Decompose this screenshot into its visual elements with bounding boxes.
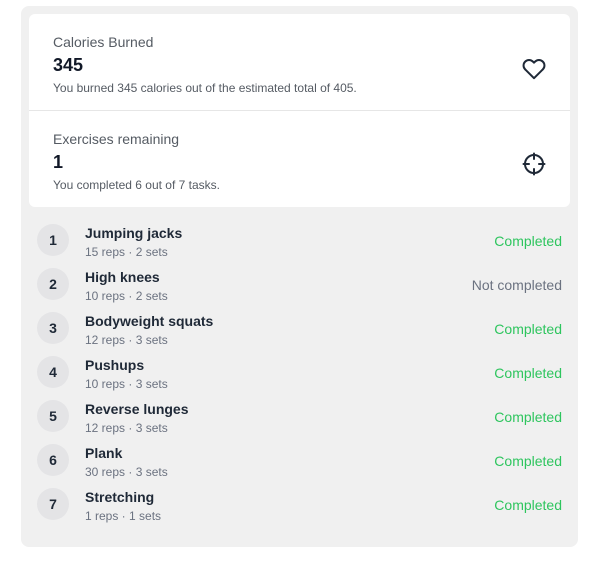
exercise-reps-sets: 1 reps · 1 sets bbox=[85, 509, 162, 523]
exercise-status: Completed bbox=[494, 409, 562, 425]
exercise-name: Plank bbox=[85, 445, 123, 461]
exercise-number-badge: 7 bbox=[37, 488, 69, 520]
exercise-item: 2 High knees 10 reps · 2 sets Not comple… bbox=[21, 263, 578, 307]
heart-icon bbox=[522, 57, 546, 81]
exercise-reps-sets: 30 reps · 3 sets bbox=[85, 465, 168, 479]
exercise-status: Completed bbox=[494, 233, 562, 249]
crosshair-icon bbox=[522, 152, 546, 176]
exercise-number-badge: 3 bbox=[37, 312, 69, 344]
exercise-name: Reverse lunges bbox=[85, 401, 189, 417]
exercise-item: 5 Reverse lunges 12 reps · 3 sets Comple… bbox=[21, 395, 578, 439]
exercise-item: 6 Plank 30 reps · 3 sets Completed bbox=[21, 439, 578, 483]
stats-card: Calories Burned 345 You burned 345 calor… bbox=[29, 14, 570, 207]
exercises-remaining-label: Exercises remaining bbox=[53, 131, 180, 147]
calories-burned-label: Calories Burned bbox=[53, 34, 154, 50]
exercise-name: Stretching bbox=[85, 489, 155, 505]
exercise-name: High knees bbox=[85, 269, 160, 285]
exercise-item: 1 Jumping jacks 15 reps · 2 sets Complet… bbox=[21, 219, 578, 263]
workout-panel: Calories Burned 345 You burned 345 calor… bbox=[21, 6, 578, 547]
exercise-status: Completed bbox=[494, 365, 562, 381]
exercise-number-badge: 1 bbox=[37, 224, 69, 256]
exercise-number-badge: 2 bbox=[37, 268, 69, 300]
exercise-name: Pushups bbox=[85, 357, 145, 373]
exercise-number-badge: 4 bbox=[37, 356, 69, 388]
exercise-status: Completed bbox=[494, 453, 562, 469]
exercise-item: 7 Stretching 1 reps · 1 sets Completed bbox=[21, 483, 578, 527]
exercises-remaining-description: You completed 6 out of 7 tasks. bbox=[53, 178, 220, 192]
exercise-item: 3 Bodyweight squats 12 reps · 3 sets Com… bbox=[21, 307, 578, 351]
exercise-reps-sets: 15 reps · 2 sets bbox=[85, 245, 168, 259]
exercise-name: Jumping jacks bbox=[85, 225, 183, 241]
calories-burned-description: You burned 345 calories out of the estim… bbox=[53, 81, 357, 95]
exercise-reps-sets: 12 reps · 3 sets bbox=[85, 333, 168, 347]
exercise-number-badge: 6 bbox=[37, 444, 69, 476]
exercise-reps-sets: 10 reps · 3 sets bbox=[85, 377, 168, 391]
exercises-remaining-stat: Exercises remaining 1 You completed 6 ou… bbox=[29, 111, 570, 207]
exercises-remaining-value: 1 bbox=[53, 152, 64, 172]
exercise-list: 1 Jumping jacks 15 reps · 2 sets Complet… bbox=[21, 219, 578, 527]
exercise-status: Completed bbox=[494, 321, 562, 337]
exercise-reps-sets: 10 reps · 2 sets bbox=[85, 289, 168, 303]
exercise-status: Not completed bbox=[471, 277, 562, 293]
exercise-name: Bodyweight squats bbox=[85, 313, 214, 329]
exercise-item: 4 Pushups 10 reps · 3 sets Completed bbox=[21, 351, 578, 395]
calories-burned-value: 345 bbox=[53, 55, 84, 75]
exercise-status: Completed bbox=[494, 497, 562, 513]
exercise-reps-sets: 12 reps · 3 sets bbox=[85, 421, 168, 435]
calories-burned-stat: Calories Burned 345 You burned 345 calor… bbox=[29, 14, 570, 110]
exercise-number-badge: 5 bbox=[37, 400, 69, 432]
